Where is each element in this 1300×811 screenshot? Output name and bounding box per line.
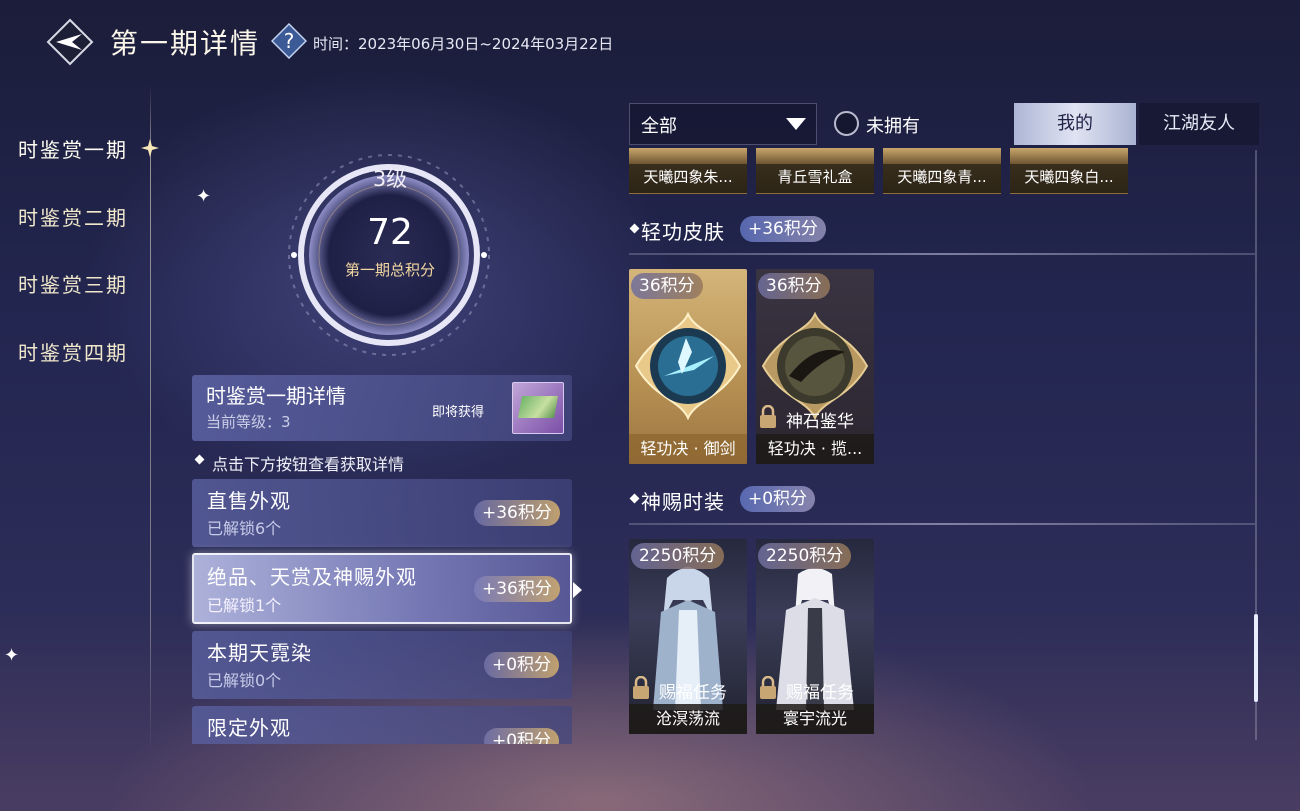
item-name: 天曦四象朱... — [643, 168, 733, 186]
tab-mine[interactable]: 我的 — [1014, 103, 1136, 145]
coming-soon-label: 即将获得 — [432, 405, 485, 420]
section-divider — [629, 253, 1255, 255]
nav-divider — [150, 85, 151, 755]
item-source: 赐福任务 — [659, 683, 727, 703]
item-points-badge: 2250积分 — [758, 543, 852, 569]
item-card-header — [629, 148, 747, 164]
section-points-badge: +0积分 — [740, 486, 816, 512]
reward-item-icon — [518, 396, 558, 418]
item-name: 天曦四象白... — [1024, 168, 1114, 186]
category-name: 本期天霓染 — [207, 641, 312, 665]
level-text: 3级 — [372, 167, 408, 191]
svg-text:?: ? — [284, 29, 295, 53]
item-points-badge: 36积分 — [758, 273, 830, 299]
section-bullet — [629, 223, 640, 234]
item-card[interactable]: 天曦四象白... — [1010, 148, 1128, 194]
period-label: 时间：2023年06月30日~2024年03月22日 — [313, 35, 614, 53]
item-card-header — [756, 148, 874, 164]
active-star-icon — [141, 139, 159, 157]
item-name: 天曦四象青... — [897, 168, 987, 186]
current-level-text: 当前等级：3 — [206, 413, 291, 431]
item-card-header — [883, 148, 1001, 164]
category-points-badge: +36积分 — [474, 500, 560, 526]
item-name: 青丘雪礼盒 — [777, 168, 853, 186]
section-divider — [629, 523, 1255, 525]
help-icon[interactable]: ? — [271, 23, 307, 59]
item-card[interactable]: 天曦四象青... — [883, 148, 1001, 194]
page-title: 第一期详情 — [110, 27, 261, 60]
hint-bullet — [194, 454, 205, 465]
item-card-header — [1010, 148, 1128, 164]
category-status: 已解锁1个 — [207, 596, 282, 615]
period-detail-title: 时鉴赏一期详情 — [206, 384, 346, 408]
selected-arrow-icon — [573, 582, 582, 598]
lock-icon — [760, 676, 776, 699]
category-status: 已解锁0个 — [207, 671, 282, 690]
category-name: 限定外观 — [207, 716, 291, 740]
hint-text: 点击下方按钮查看获取详情 — [212, 455, 405, 474]
lock-icon — [760, 405, 776, 428]
item-name: 寰宇流光 — [756, 704, 874, 734]
category-points-badge: +0积分 — [484, 652, 560, 678]
category-name: 绝品、天赏及神赐外观 — [207, 565, 417, 589]
nav-item-period-4[interactable]: 时鉴赏四期 — [18, 337, 128, 366]
item-name: 轻功决 · 御剑 — [629, 434, 747, 464]
moon-rider-medal-icon — [761, 312, 869, 420]
section-title: 轻功皮肤 — [641, 220, 725, 244]
back-button[interactable] — [46, 18, 94, 66]
nav-item-period-1[interactable]: 时鉴赏一期 — [18, 134, 128, 163]
sparkle-icon: ✦ — [196, 186, 212, 207]
item-source: 神石鉴华 — [786, 412, 854, 432]
sparkle-icon: ✦ — [4, 645, 20, 666]
section-title: 神赐时装 — [641, 490, 725, 514]
section-bullet — [629, 493, 640, 504]
item-card[interactable]: 青丘雪礼盒 — [756, 148, 874, 194]
filter-dropdown-value: 全部 — [641, 116, 677, 137]
category-points-badge: +0积分 — [484, 728, 560, 744]
section-points-badge: +36积分 — [740, 216, 826, 242]
sword-flight-medal-icon — [634, 312, 742, 420]
chevron-down-icon — [786, 118, 806, 130]
total-score-label: 第一期总积分 — [344, 261, 435, 279]
category-name: 直售外观 — [207, 489, 291, 513]
tab-friends[interactable]: 江湖友人 — [1139, 103, 1259, 145]
total-score-value: 72 — [367, 212, 413, 253]
item-name: 沧溟荡流 — [629, 704, 747, 734]
item-source: 赐福任务 — [786, 683, 854, 703]
partial-item-row: 天曦四象朱... 青丘雪礼盒 天曦四象青... 天曦四象白... — [629, 148, 1249, 194]
not-owned-radio[interactable] — [834, 111, 859, 136]
item-points-badge: 2250积分 — [631, 543, 725, 569]
item-name: 轻功决 · 揽... — [756, 434, 874, 464]
item-points-badge: 36积分 — [631, 273, 703, 299]
nav-item-period-3[interactable]: 时鉴赏三期 — [18, 269, 128, 298]
category-row-limited-clip: 限定外观 +0积分 — [192, 706, 572, 744]
lock-icon — [633, 676, 649, 699]
not-owned-label: 未拥有 — [866, 116, 920, 137]
item-card[interactable]: 天曦四象朱... — [629, 148, 747, 194]
category-status: 已解锁6个 — [207, 519, 282, 538]
category-points-badge: +36积分 — [474, 576, 560, 602]
nav-item-period-2[interactable]: 时鉴赏二期 — [18, 202, 128, 231]
scrollbar-thumb[interactable] — [1254, 614, 1258, 702]
